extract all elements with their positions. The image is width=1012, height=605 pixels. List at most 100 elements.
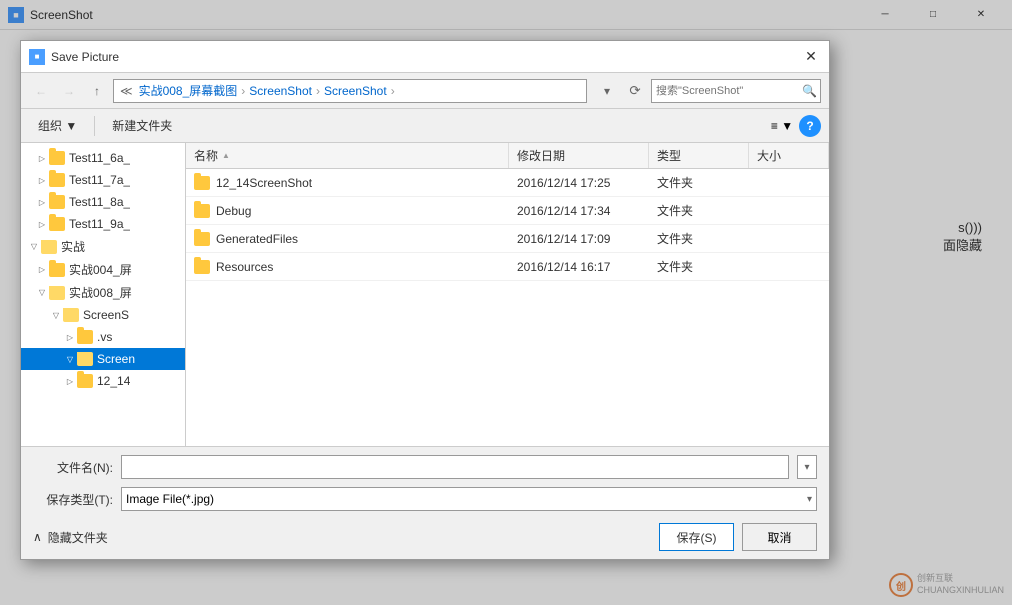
breadcrumb-item-3[interactable]: ScreenShot [324, 84, 387, 98]
file-cell-modified-0: 2016/12/14 17:25 [509, 169, 649, 196]
filename-dropdown-button[interactable]: ▾ [797, 455, 817, 479]
sidebar-item-screen-selected[interactable]: ▽ Screen [21, 348, 185, 370]
new-folder-button[interactable]: 新建文件夹 [103, 113, 181, 139]
file-folder-icon [194, 176, 210, 190]
nav-forward-button[interactable]: → [57, 79, 81, 103]
filetype-select[interactable]: Image File(*.jpg) ▾ [121, 487, 817, 511]
save-picture-dialog: ■ Save Picture ✕ ← → ↑ ≪ 实战008_屏幕截图 › Sc… [20, 40, 830, 560]
table-row[interactable]: Debug 2016/12/14 17:34 文件夹 [186, 197, 829, 225]
expand-icon: ▽ [35, 286, 49, 300]
save-button[interactable]: 保存(S) [659, 523, 734, 551]
search-box: 🔍 [651, 79, 821, 103]
nav-refresh-button[interactable]: ⟳ [623, 79, 647, 103]
sidebar-label-shizhan008: 实战008_屏 [69, 284, 132, 301]
sidebar-item-test11-9a[interactable]: ▷ Test11_9a_ [21, 213, 185, 235]
folder-icon [49, 216, 65, 232]
file-cell-type-1: 文件夹 [649, 197, 749, 224]
filetype-dropdown-arrow: ▾ [807, 494, 812, 505]
folder-open-icon [41, 239, 57, 255]
cancel-button[interactable]: 取消 [742, 523, 817, 551]
organize-button[interactable]: 组织 ▼ [29, 113, 86, 139]
view-toggle-button[interactable]: ≡ ▼ [769, 113, 795, 139]
sidebar-label-test11-9a: Test11_9a_ [69, 217, 130, 231]
sidebar-label-test11-8a: Test11_8a_ [69, 195, 130, 209]
dialog-nav: ← → ↑ ≪ 实战008_屏幕截图 › ScreenShot › Screen… [21, 73, 829, 109]
folder-open-icon [63, 307, 79, 323]
dialog-toolbar: 组织 ▼ 新建文件夹 ≡ ▼ ? [21, 109, 829, 143]
sidebar-item-twelve14[interactable]: ▷ 12_14 [21, 370, 185, 392]
folder-icon [49, 172, 65, 188]
col-header-modified[interactable]: 修改日期 [509, 143, 649, 168]
sidebar-item-shizhan004[interactable]: ▷ 实战004_屏 [21, 258, 185, 281]
file-folder-icon [194, 232, 210, 246]
folder-icon [49, 194, 65, 210]
search-icon: 🔍 [802, 84, 817, 98]
breadcrumb-item-2[interactable]: ScreenShot [249, 84, 312, 98]
sidebar-item-screenshots[interactable]: ▽ ScreenS [21, 304, 185, 326]
breadcrumb-prefix: ≪ [120, 84, 133, 98]
file-cell-type-2: 文件夹 [649, 225, 749, 252]
file-cell-size-1 [749, 197, 829, 224]
expand-icon: ▷ [35, 217, 49, 231]
col-header-size[interactable]: 大小 [749, 143, 829, 168]
sidebar-label-screen: Screen [97, 352, 135, 366]
sidebar-label-test11-6a: Test11_6a_ [69, 151, 130, 165]
file-cell-name-0: 12_14ScreenShot [186, 169, 509, 196]
table-row[interactable]: Resources 2016/12/14 16:17 文件夹 [186, 253, 829, 281]
filename-label: 文件名(N): [33, 459, 113, 476]
expand-icon: ▷ [35, 151, 49, 165]
sidebar-item-shizhan008[interactable]: ▽ 实战008_屏 [21, 281, 185, 304]
folder-icon [49, 262, 65, 278]
hide-folders-link[interactable]: ∧ 隐藏文件夹 [33, 529, 108, 546]
dialog-title: Save Picture [51, 50, 801, 64]
folder-open-icon [77, 351, 93, 367]
expand-icon: ▷ [35, 263, 49, 277]
nav-back-button[interactable]: ← [29, 79, 53, 103]
file-folder-icon [194, 260, 210, 274]
toolbar-right: ≡ ▼ ? [769, 113, 821, 139]
nav-up-button[interactable]: ↑ [85, 79, 109, 103]
filename-input[interactable] [121, 455, 789, 479]
toolbar-separator [94, 116, 95, 136]
file-cell-type-3: 文件夹 [649, 253, 749, 280]
file-cell-size-0 [749, 169, 829, 196]
sidebar-tree: ▷ Test11_6a_ ▷ Test11_7a_ ▷ Test11_8a_ ▷… [21, 143, 186, 446]
dialog-bottom: 文件名(N): ▾ 保存类型(T): Image File(*.jpg) ▾ ∧… [21, 446, 829, 559]
expand-icon: ▽ [49, 308, 63, 322]
sidebar-item-test11-8a[interactable]: ▷ Test11_8a_ [21, 191, 185, 213]
file-cell-modified-2: 2016/12/14 17:09 [509, 225, 649, 252]
sidebar-item-test11-6a[interactable]: ▷ Test11_6a_ [21, 147, 185, 169]
dialog-titlebar: ■ Save Picture ✕ [21, 41, 829, 73]
sidebar-item-vs[interactable]: ▷ .vs [21, 326, 185, 348]
help-button[interactable]: ? [799, 115, 821, 137]
dialog-close-button[interactable]: ✕ [801, 47, 821, 67]
file-cell-modified-1: 2016/12/14 17:34 [509, 197, 649, 224]
expand-icon: ▽ [63, 352, 77, 366]
file-cell-modified-3: 2016/12/14 16:17 [509, 253, 649, 280]
col-header-name[interactable]: 名称 ▲ [186, 143, 509, 168]
folder-icon [77, 373, 93, 389]
sidebar-label-screenshots: ScreenS [83, 308, 129, 322]
dialog-app-icon: ■ [29, 49, 45, 65]
filename-row: 文件名(N): ▾ [33, 455, 817, 479]
file-cell-name-3: Resources [186, 253, 509, 280]
breadcrumb-item-1[interactable]: 实战008_屏幕截图 [139, 82, 238, 99]
expand-icon: ▷ [63, 330, 77, 344]
filetype-label: 保存类型(T): [33, 491, 113, 508]
folder-icon [77, 329, 93, 345]
sidebar-label-shizhan004: 实战004_屏 [69, 261, 132, 278]
file-list: 12_14ScreenShot 2016/12/14 17:25 文件夹 Deb… [186, 169, 829, 446]
sidebar-item-shizhan[interactable]: ▽ 实战 [21, 235, 185, 258]
table-row[interactable]: 12_14ScreenShot 2016/12/14 17:25 文件夹 [186, 169, 829, 197]
sort-arrow-name: ▲ [222, 151, 230, 160]
col-header-type[interactable]: 类型 [649, 143, 749, 168]
search-input[interactable] [656, 85, 798, 97]
file-cell-name-1: Debug [186, 197, 509, 224]
expand-icon: ▷ [35, 173, 49, 187]
column-headers: 名称 ▲ 修改日期 类型 大小 [186, 143, 829, 169]
breadcrumb-bar: ≪ 实战008_屏幕截图 › ScreenShot › ScreenShot › [113, 79, 587, 103]
sidebar-item-test11-7a[interactable]: ▷ Test11_7a_ [21, 169, 185, 191]
table-row[interactable]: GeneratedFiles 2016/12/14 17:09 文件夹 [186, 225, 829, 253]
nav-dropdown-button[interactable]: ▾ [595, 79, 619, 103]
filetype-row: 保存类型(T): Image File(*.jpg) ▾ [33, 487, 817, 511]
